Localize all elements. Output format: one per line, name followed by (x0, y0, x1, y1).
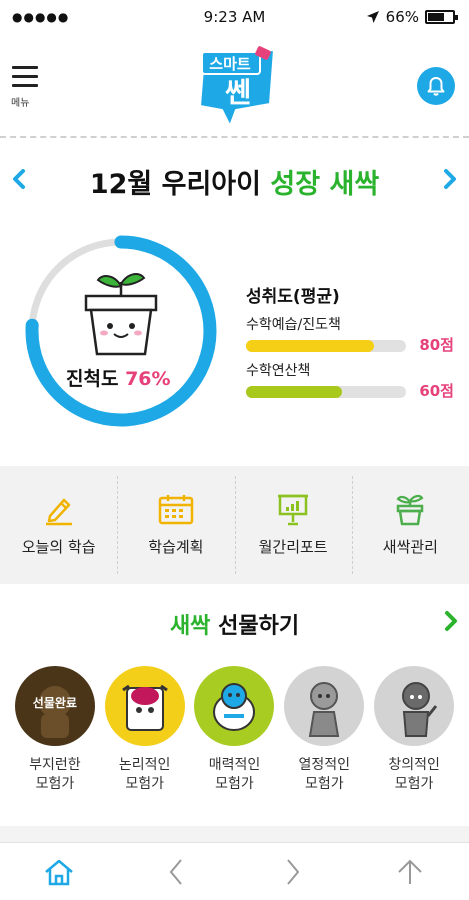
achievement-score: 60점 (419, 382, 454, 400)
gift-title-green: 새싹 (169, 614, 211, 639)
report-board-icon (278, 494, 309, 526)
character-name-line1: 열정적인 (298, 757, 351, 773)
status-bar: ●●●●● 9:23 AM 66% (0, 0, 469, 34)
achievement-title: 성취도(평균) (246, 287, 340, 307)
battery-percent: 66% (385, 8, 419, 26)
header-divider (0, 136, 469, 138)
menu-button[interactable]: 메뉴 (11, 66, 42, 109)
achievement-item-name: 수학연산책 (246, 363, 311, 379)
app-header: 메뉴 스마트 쎈 (0, 34, 469, 134)
progress-label: 진척도 76% (66, 364, 171, 391)
character-name-line2: 모험가 (125, 776, 164, 792)
menu-label: 새싹관리 (382, 538, 438, 556)
hamburger-icon-bar (12, 75, 38, 78)
menu-label: 학습계획 (148, 538, 204, 556)
character-name-line2: 모험가 (304, 776, 344, 792)
character-avatar (104, 666, 185, 746)
character-avatar (284, 666, 365, 746)
menu-sprout-manage[interactable]: 새싹관리 (351, 466, 469, 584)
cow-character-icon (121, 684, 168, 731)
character-avatar: 선물완료 (14, 666, 95, 746)
location-arrow-icon (366, 11, 379, 23)
character-name: 논리적인모험가 (119, 756, 171, 794)
bird-character-icon (213, 683, 256, 731)
menu-label: 월간리포트 (258, 538, 328, 556)
sprout-pot-icon (396, 494, 424, 526)
menu-today-study[interactable]: 오늘의 학습 (0, 466, 117, 584)
character-name-line1: 부지런한 (29, 757, 81, 773)
chevron-right-icon (444, 169, 456, 189)
achievement-item-name: 수학예습/진도책 (246, 317, 341, 333)
character-name-line1: 창의적인 (388, 757, 440, 773)
achievement-bar-fill (246, 386, 342, 398)
hamburger-icon-bar (12, 84, 38, 87)
achievement-bar-track (246, 386, 406, 398)
nav-forward-button[interactable] (235, 843, 352, 900)
bell-icon (427, 77, 445, 96)
logo-text-main: 쎈 (225, 76, 251, 109)
quick-menu: 오늘의 학습 학습계획 월간리포트 새싹관리 (0, 466, 469, 584)
nav-back-button[interactable] (117, 843, 234, 900)
battery-icon (425, 10, 458, 24)
title-month: 12월 우리아이 (89, 169, 261, 200)
bottom-nav (0, 842, 469, 900)
pencil-icon (45, 498, 72, 526)
character-charming[interactable]: 매력적인모험가 (191, 666, 277, 794)
chevron-left-icon (169, 858, 182, 885)
nav-top-button[interactable] (352, 843, 469, 900)
home-icon (44, 859, 73, 885)
gift-completed-badge: 선물완료 (32, 696, 77, 710)
progress-percent: 76% (125, 368, 171, 390)
progress-label-text: 진척도 (66, 368, 119, 390)
character-name: 열정적인모험가 (299, 756, 351, 794)
character-name-line2: 모험가 (215, 776, 254, 792)
menu-monthly-report[interactable]: 월간리포트 (234, 466, 352, 584)
title-highlight: 성장 새싹 (270, 169, 380, 200)
notification-button[interactable] (417, 67, 455, 105)
achievement-item-math-calc: 수학연산책 60점 (246, 360, 456, 410)
month-title-row: 12월 우리아이 성장 새싹 (0, 150, 469, 210)
achievement-bar-track (246, 340, 406, 352)
status-right: 66% (366, 8, 458, 26)
progress-ring (25, 235, 217, 427)
chevron-right-icon (445, 611, 457, 631)
achievement-item-math-preview: 수학예습/진도책 80점 (246, 314, 456, 364)
menu-study-plan[interactable]: 학습계획 (117, 466, 234, 584)
calendar-icon (158, 495, 194, 525)
gift-more-button[interactable] (443, 610, 459, 636)
character-name-line1: 논리적인 (118, 757, 171, 773)
boy-character-icon (402, 682, 438, 737)
character-name: 매력적인모험가 (209, 756, 261, 794)
gift-title-rest: 선물하기 (218, 614, 300, 639)
page-title: 12월 우리아이 성장 새싹 (0, 162, 469, 201)
achievement-bar-fill (246, 340, 374, 352)
character-avatar (374, 666, 455, 746)
next-month-button[interactable] (437, 164, 463, 194)
sprout-pot-illustration (84, 273, 158, 356)
character-passionate[interactable]: 열정적인모험가 (281, 666, 367, 794)
character-name: 부지런한모험가 (29, 756, 81, 794)
character-name-line1: 매력적인 (208, 757, 261, 773)
character-name-line2: 모험가 (35, 776, 75, 792)
section-separator (0, 826, 469, 842)
nav-home-button[interactable] (0, 843, 117, 900)
character-name-line2: 모험가 (394, 776, 434, 792)
menu-label: 오늘의 학습 (21, 538, 96, 556)
character-list: 선물완료 부지런한 모험가 논리적인 모험가 매력적인 모험가 열정적인 모험가… (0, 666, 469, 794)
hamburger-icon (12, 66, 38, 69)
girl-character-icon (309, 682, 340, 737)
character-creative[interactable]: 창의적인모험가 (371, 666, 457, 794)
gift-section-title: 새싹 선물하기 (0, 608, 469, 640)
character-logical[interactable]: 논리적인모험가 (102, 666, 188, 794)
character-name: 창의적인모험가 (388, 756, 440, 794)
character-avatar (194, 666, 275, 746)
achievement-score: 80점 (419, 336, 454, 354)
chevron-right-icon (287, 858, 300, 885)
logo-text-top: 스마트 (209, 55, 251, 73)
menu-label: 메뉴 (11, 98, 30, 109)
arrow-up-icon (398, 859, 423, 884)
character-diligent[interactable]: 선물완료 부지런한모험가 (12, 666, 98, 794)
smart-ssen-logo: 스마트 쎈 (198, 46, 276, 129)
